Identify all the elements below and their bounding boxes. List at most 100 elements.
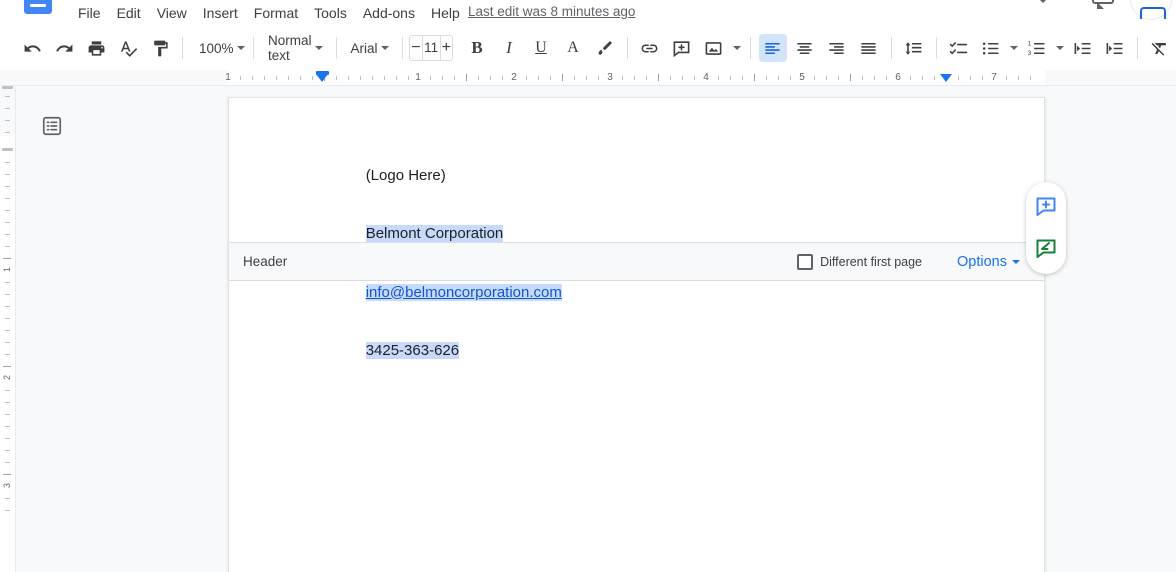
doc-line-phone[interactable]: 3425-363-626 xyxy=(324,322,460,381)
document-outline-icon[interactable] xyxy=(34,108,70,144)
font-size-decrease-button[interactable]: − xyxy=(410,36,421,60)
redo-icon[interactable] xyxy=(50,34,78,62)
toolbar-divider xyxy=(253,37,254,59)
menu-bar: File Edit View Insert Format Tools Add-o… xyxy=(0,0,1176,26)
bulleted-list-chevron-down-icon[interactable] xyxy=(1007,34,1021,62)
menu-format[interactable]: Format xyxy=(246,1,306,25)
add-comment-icon[interactable] xyxy=(668,34,696,62)
different-first-page-label: Different first page xyxy=(820,254,922,269)
doc-line-logo[interactable]: (Logo Here) xyxy=(324,146,446,205)
ruler-label-1: 1 xyxy=(415,72,421,83)
bold-label: B xyxy=(471,38,483,57)
spellcheck-icon[interactable] xyxy=(114,34,142,62)
toolbar-divider xyxy=(1136,37,1138,59)
bold-button[interactable]: B xyxy=(463,34,491,62)
ruler-label-7: 7 xyxy=(991,72,997,83)
zoom-selector[interactable]: 100% xyxy=(189,34,247,62)
avatar[interactable] xyxy=(1130,0,1172,20)
ruler-label-6: 6 xyxy=(895,72,901,83)
bulleted-list-icon[interactable] xyxy=(977,34,1005,62)
google-docs-window: File Edit View Insert Format Tools Add-o… xyxy=(0,0,1176,572)
horizontal-ruler[interactable]: 1 1 2 3 4 5 6 7 xyxy=(0,70,1176,86)
link-icon[interactable] xyxy=(636,34,664,62)
underline-button[interactable]: U xyxy=(527,34,555,62)
decrease-indent-icon[interactable] xyxy=(1069,34,1097,62)
font-size-increase-button[interactable]: + xyxy=(441,36,452,60)
menu-tools[interactable]: Tools xyxy=(306,1,355,25)
vertical-top-margin-marker[interactable] xyxy=(2,86,13,89)
toolbar: 100% Normal text Arial − 11 + B I U A 1 … xyxy=(0,26,1176,70)
font-family-value: Arial xyxy=(350,40,378,56)
clear-formatting-icon[interactable] xyxy=(1146,34,1174,62)
menu-view[interactable]: View xyxy=(149,1,195,25)
print-icon[interactable] xyxy=(82,34,110,62)
italic-label: I xyxy=(506,38,512,57)
paragraph-style-selector[interactable]: Normal text xyxy=(260,33,330,63)
menu-file[interactable]: File xyxy=(70,1,109,25)
toolbar-divider xyxy=(182,37,183,59)
image-icon[interactable] xyxy=(700,34,728,62)
chevron-down-icon xyxy=(312,34,326,62)
increase-indent-icon[interactable] xyxy=(1101,34,1129,62)
header-options-button[interactable]: Options xyxy=(957,254,1020,270)
highlight-pen-icon[interactable] xyxy=(591,34,619,62)
numbered-list-chevron-down-icon[interactable] xyxy=(1053,34,1067,62)
different-first-page-checkbox[interactable]: Different first page xyxy=(797,253,922,270)
suggest-edit-bubble-icon[interactable] xyxy=(1030,233,1062,265)
font-size-stepper: − 11 + xyxy=(409,35,453,61)
vertical-ruler[interactable]: 1 2 3 xyxy=(0,86,16,572)
menu-list: File Edit View Insert Format Tools Add-o… xyxy=(70,0,468,26)
numbered-list-icon[interactable]: 13 xyxy=(1023,34,1051,62)
toolbar-divider xyxy=(749,37,751,59)
align-right-icon[interactable] xyxy=(823,34,851,62)
chevron-down-icon xyxy=(234,34,248,62)
menu-addons[interactable]: Add-ons xyxy=(355,1,423,25)
vertical-ruler-label-3: 3 xyxy=(2,482,12,488)
doc-text-company: Belmont Corporation xyxy=(365,225,504,242)
checklist-icon[interactable] xyxy=(945,34,973,62)
align-left-icon[interactable] xyxy=(758,34,787,62)
ruler-label-0: 1 xyxy=(225,72,231,83)
chevron-down-icon xyxy=(1012,259,1020,264)
add-comment-bubble-icon[interactable] xyxy=(1030,191,1062,223)
toolbar-divider xyxy=(890,37,892,59)
italic-button[interactable]: I xyxy=(495,34,523,62)
text-color-button[interactable]: A xyxy=(559,34,587,62)
left-indent-marker[interactable] xyxy=(316,71,329,84)
image-options-chevron-down-icon[interactable] xyxy=(730,34,744,62)
docs-logo-icon[interactable] xyxy=(24,0,52,14)
chevron-down-icon xyxy=(378,34,392,62)
paint-format-icon[interactable] xyxy=(146,34,174,62)
toolbar-divider xyxy=(935,37,937,59)
ruler-label-5: 5 xyxy=(799,72,805,83)
zoom-value: 100% xyxy=(199,40,234,56)
vertical-ruler-label-2: 2 xyxy=(2,374,12,380)
doc-text-logo: (Logo Here) xyxy=(365,166,446,184)
ruler-label-3: 3 xyxy=(607,72,613,83)
menu-edit[interactable]: Edit xyxy=(109,1,149,25)
header-section-bar: Header Different first page Options xyxy=(229,242,1044,281)
align-center-icon[interactable] xyxy=(791,34,819,62)
header-options-label: Options xyxy=(957,253,1007,270)
svg-text:1: 1 xyxy=(1028,40,1032,47)
chevron-down-icon[interactable] xyxy=(1038,0,1048,3)
underline-label: U xyxy=(535,39,547,56)
toolbar-divider xyxy=(335,37,337,59)
document-page[interactable]: (Logo Here) Belmont Corporation info@bel… xyxy=(228,97,1045,572)
document-canvas: (Logo Here) Belmont Corporation info@bel… xyxy=(16,86,1176,572)
align-justify-icon[interactable] xyxy=(855,34,883,62)
line-spacing-icon[interactable] xyxy=(900,34,928,62)
comment-history-icon[interactable] xyxy=(1092,0,1114,9)
doc-link-email[interactable]: info@belmoncorporation.com xyxy=(365,283,562,301)
menu-help[interactable]: Help xyxy=(423,1,468,25)
vertical-margin-marker[interactable] xyxy=(2,148,13,151)
font-family-selector[interactable]: Arial xyxy=(343,34,397,62)
right-indent-marker[interactable] xyxy=(940,71,953,84)
last-edit-status[interactable]: Last edit was 8 minutes ago xyxy=(468,4,635,19)
font-size-input[interactable]: 11 xyxy=(421,36,441,60)
paragraph-style-value: Normal text xyxy=(268,33,312,63)
doc-text-phone: 3425-363-626 xyxy=(365,342,460,359)
header-section-label: Header xyxy=(243,254,288,269)
undo-icon[interactable] xyxy=(18,34,46,62)
menu-insert[interactable]: Insert xyxy=(195,1,246,25)
